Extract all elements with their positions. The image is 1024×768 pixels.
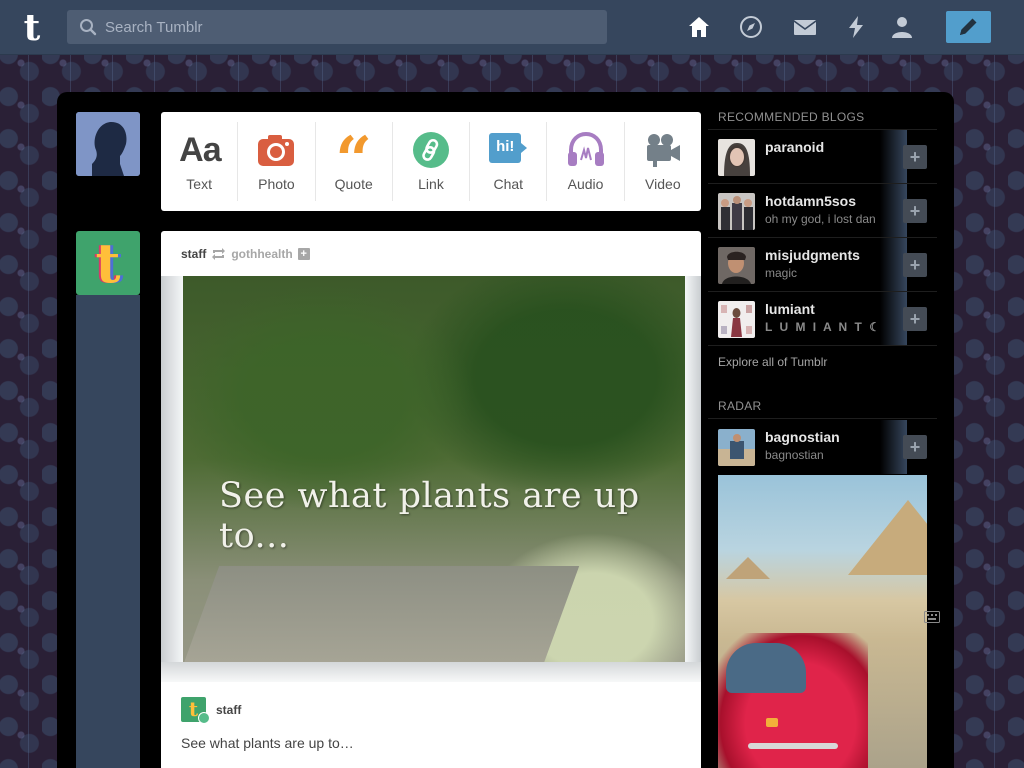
blog-name: misjudgments bbox=[765, 247, 860, 263]
post-type-label: Photo bbox=[258, 176, 295, 192]
blog-description: magic bbox=[765, 266, 798, 280]
lightning-icon[interactable] bbox=[844, 15, 868, 39]
blog-description: L U M I A N T ☾ bbox=[765, 320, 882, 334]
keyboard-shortcuts-icon[interactable] bbox=[924, 611, 940, 623]
post-header: staff gothhealth + bbox=[181, 246, 310, 262]
search-icon bbox=[80, 19, 97, 36]
camera-icon bbox=[258, 135, 295, 166]
follow-button[interactable]: + bbox=[903, 199, 927, 223]
post-type-chat[interactable]: hi! Chat bbox=[470, 122, 548, 201]
blog-description: bagnostian bbox=[765, 448, 824, 462]
follow-button[interactable]: + bbox=[903, 253, 927, 277]
compose-button[interactable] bbox=[946, 11, 991, 43]
radar-photo[interactable] bbox=[718, 475, 927, 768]
recommended-blog-row[interactable]: misjudgments magic + bbox=[708, 238, 937, 292]
photo-pyramid bbox=[848, 500, 927, 575]
blog-avatar bbox=[718, 301, 755, 338]
user-avatar[interactable] bbox=[76, 112, 140, 176]
search-bar[interactable] bbox=[67, 10, 607, 44]
blog-avatar bbox=[718, 139, 755, 176]
photo-window-frame bbox=[685, 276, 701, 682]
post-type-label: Video bbox=[645, 176, 681, 192]
pencil-icon bbox=[960, 18, 977, 35]
chat-icon: hi! bbox=[488, 130, 528, 170]
post-type-label: Text bbox=[186, 176, 212, 192]
reblog-icon bbox=[212, 248, 226, 260]
post-type-link[interactable]: Link bbox=[393, 122, 471, 201]
post-type-label: Quote bbox=[334, 176, 373, 192]
text-icon: Aa bbox=[179, 131, 221, 169]
search-input[interactable] bbox=[105, 10, 595, 44]
link-icon bbox=[412, 132, 449, 168]
follow-button[interactable]: + bbox=[903, 307, 927, 331]
photo-car-bumper bbox=[748, 743, 838, 749]
tumblr-logo[interactable]: t bbox=[14, 8, 50, 48]
follow-icon[interactable]: + bbox=[297, 248, 310, 260]
blog-avatar bbox=[718, 247, 755, 284]
staff-avatar[interactable]: t bbox=[76, 231, 140, 295]
post-author-link[interactable]: staff bbox=[181, 247, 206, 261]
avatar-column bbox=[76, 295, 140, 768]
follow-button[interactable]: + bbox=[903, 145, 927, 169]
recommended-blog-row[interactable]: hotdamn5sos oh my god, i lost dan + bbox=[708, 184, 937, 238]
post-type-label: Chat bbox=[493, 176, 524, 192]
blog-description: oh my god, i lost dan bbox=[765, 212, 876, 226]
post-type-audio[interactable]: Audio bbox=[547, 122, 625, 201]
mail-icon[interactable] bbox=[793, 15, 817, 39]
top-navigation-bar: t bbox=[0, 0, 1024, 55]
post-photo[interactable]: See what plants are up to... bbox=[161, 276, 701, 682]
photo-window-frame bbox=[161, 276, 183, 682]
recommended-blog-row[interactable]: paranoid + bbox=[708, 130, 937, 184]
post-type-video[interactable]: Video bbox=[625, 122, 701, 201]
radar-heading: RADAR bbox=[718, 399, 762, 413]
follow-button[interactable]: + bbox=[903, 435, 927, 459]
person-icon[interactable] bbox=[890, 15, 914, 39]
reblog-badge-icon bbox=[198, 712, 210, 724]
blog-name: lumiant bbox=[765, 301, 815, 317]
radar-blog-row[interactable]: bagnostian bagnostian + bbox=[708, 420, 937, 474]
blog-name: hotdamn5sos bbox=[765, 193, 857, 209]
photo-window-frame bbox=[161, 662, 701, 682]
quote-icon: “ bbox=[335, 123, 373, 198]
blog-avatar bbox=[718, 193, 755, 230]
post-caption: See what plants are up to… bbox=[181, 735, 354, 751]
silhouette-icon bbox=[76, 112, 140, 176]
compass-icon[interactable] bbox=[739, 15, 763, 39]
post-footer-author[interactable]: staff bbox=[216, 703, 241, 717]
blog-name: paranoid bbox=[765, 139, 825, 155]
recommended-blog-row[interactable]: lumiant L U M I A N T ☾ + bbox=[708, 292, 937, 346]
explore-tumblr-link[interactable]: Explore all of Tumblr bbox=[718, 355, 827, 369]
photo-car-window bbox=[726, 643, 806, 693]
headphones-icon bbox=[567, 131, 604, 166]
home-icon[interactable] bbox=[687, 15, 711, 39]
post-type-label: Audio bbox=[567, 176, 604, 192]
post-type-text[interactable]: Aa Text bbox=[161, 122, 239, 201]
reblog-source-link[interactable]: gothhealth bbox=[231, 247, 292, 261]
photo-pyramid bbox=[726, 557, 770, 579]
recommended-blogs-heading: RECOMMENDED BLOGS bbox=[718, 110, 865, 124]
post-type-photo[interactable]: Photo bbox=[238, 122, 316, 201]
video-camera-icon bbox=[646, 134, 680, 167]
staff-logo: t bbox=[95, 231, 121, 295]
post-type-label: Link bbox=[418, 176, 444, 192]
blog-name: bagnostian bbox=[765, 429, 840, 445]
chat-glyph: hi! bbox=[496, 138, 515, 155]
post-type-bar: Aa Text Photo “ Quote Link hi! Chat Audi… bbox=[161, 112, 701, 211]
divider bbox=[708, 418, 937, 419]
dashboard-post: staff gothhealth + See what plants are u… bbox=[161, 231, 701, 768]
blog-avatar bbox=[718, 429, 755, 466]
photo-car-lamp bbox=[766, 718, 778, 727]
photo-path-detail bbox=[182, 566, 580, 666]
post-type-quote[interactable]: “ Quote bbox=[316, 122, 393, 201]
photo-overlay-text: See what plants are up to... bbox=[219, 476, 640, 556]
